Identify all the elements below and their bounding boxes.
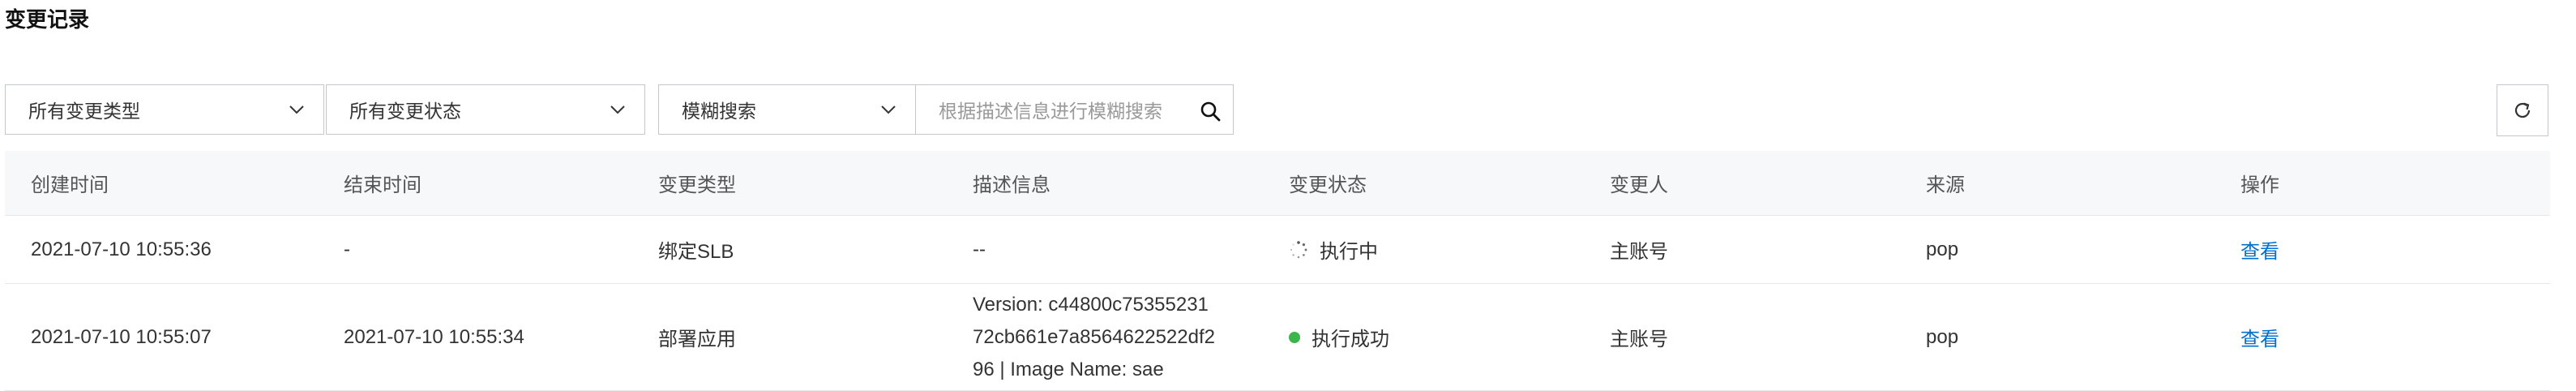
refresh-button[interactable] xyxy=(2497,84,2548,136)
search-mode-select-value: 模糊搜索 xyxy=(682,101,756,122)
header-change-type: 变更类型 xyxy=(658,174,736,196)
search-icon[interactable] xyxy=(1199,100,1222,122)
chevron-down-icon xyxy=(881,105,896,114)
change-type-cell: 绑定SLB xyxy=(658,241,734,263)
source-cell: pop xyxy=(1926,238,1959,260)
change-type-cell: 部署应用 xyxy=(658,329,736,350)
description-cell: -- xyxy=(973,216,986,283)
change-status-select[interactable]: 所有变更状态 xyxy=(326,84,645,135)
table-header: 创建时间 结束时间 变更类型 描述信息 变更状态 变更人 来源 操作 xyxy=(5,151,2550,216)
description-line: Version: c44800c75355231 xyxy=(973,293,1209,316)
header-source: 来源 xyxy=(1926,174,1965,196)
end-time-cell: 2021-07-10 10:55:34 xyxy=(344,325,524,348)
chevron-down-icon xyxy=(289,105,304,114)
status-text: 执行中 xyxy=(1320,241,1378,263)
success-dot-icon xyxy=(1289,331,1300,343)
change-records-table: 创建时间 结束时间 变更类型 描述信息 变更状态 变更人 来源 操作 2021-… xyxy=(5,151,2550,391)
description-line: 96 | Image Name: sae xyxy=(973,358,1164,380)
header-end-time: 结束时间 xyxy=(344,174,421,196)
change-type-select-value: 所有变更类型 xyxy=(28,101,140,122)
loading-spinner-icon xyxy=(1290,240,1307,258)
search-input-placeholder: 根据描述信息进行模糊搜索 xyxy=(939,101,1162,122)
header-created-time: 创建时间 xyxy=(31,174,109,196)
header-operator: 变更人 xyxy=(1610,174,1668,196)
status-cell: 执行成功 xyxy=(1289,284,1389,390)
chevron-down-icon xyxy=(610,105,625,114)
header-actions: 操作 xyxy=(2240,174,2279,196)
change-status-select-value: 所有变更状态 xyxy=(349,101,461,122)
change-type-select[interactable]: 所有变更类型 xyxy=(5,84,324,135)
view-link[interactable]: 查看 xyxy=(2240,323,2279,351)
page-title: 变更记录 xyxy=(5,7,90,32)
operator-cell: 主账号 xyxy=(1610,329,1668,350)
operator-cell: 主账号 xyxy=(1610,241,1668,263)
view-link[interactable]: 查看 xyxy=(2240,235,2279,264)
header-description: 描述信息 xyxy=(973,174,1051,196)
action-cell: 查看 xyxy=(2240,216,2279,283)
refresh-icon xyxy=(2514,102,2531,118)
header-change-status: 变更状态 xyxy=(1289,174,1367,196)
search-input[interactable]: 根据描述信息进行模糊搜索 xyxy=(916,84,1234,135)
table-row: 2021-07-10 10:55:07 2021-07-10 10:55:34 … xyxy=(5,284,2550,391)
source-cell: pop xyxy=(1926,325,1959,348)
table-row: 2021-07-10 10:55:36 - 绑定SLB -- 执行中 主账号 p… xyxy=(5,216,2550,284)
action-cell: 查看 xyxy=(2240,284,2279,390)
end-time-cell: - xyxy=(344,238,350,260)
created-time-cell: 2021-07-10 10:55:07 xyxy=(31,325,212,348)
status-text: 执行成功 xyxy=(1312,329,1389,350)
description-line: 72cb661e7a8564622522df2 xyxy=(973,325,1215,348)
status-cell: 执行中 xyxy=(1289,216,1378,283)
created-time-cell: 2021-07-10 10:55:36 xyxy=(31,238,212,260)
description-line: -- xyxy=(973,238,986,260)
description-cell: Version: c44800c75355231 72cb661e7a85646… xyxy=(973,284,1215,390)
search-mode-select[interactable]: 模糊搜索 xyxy=(658,84,916,135)
